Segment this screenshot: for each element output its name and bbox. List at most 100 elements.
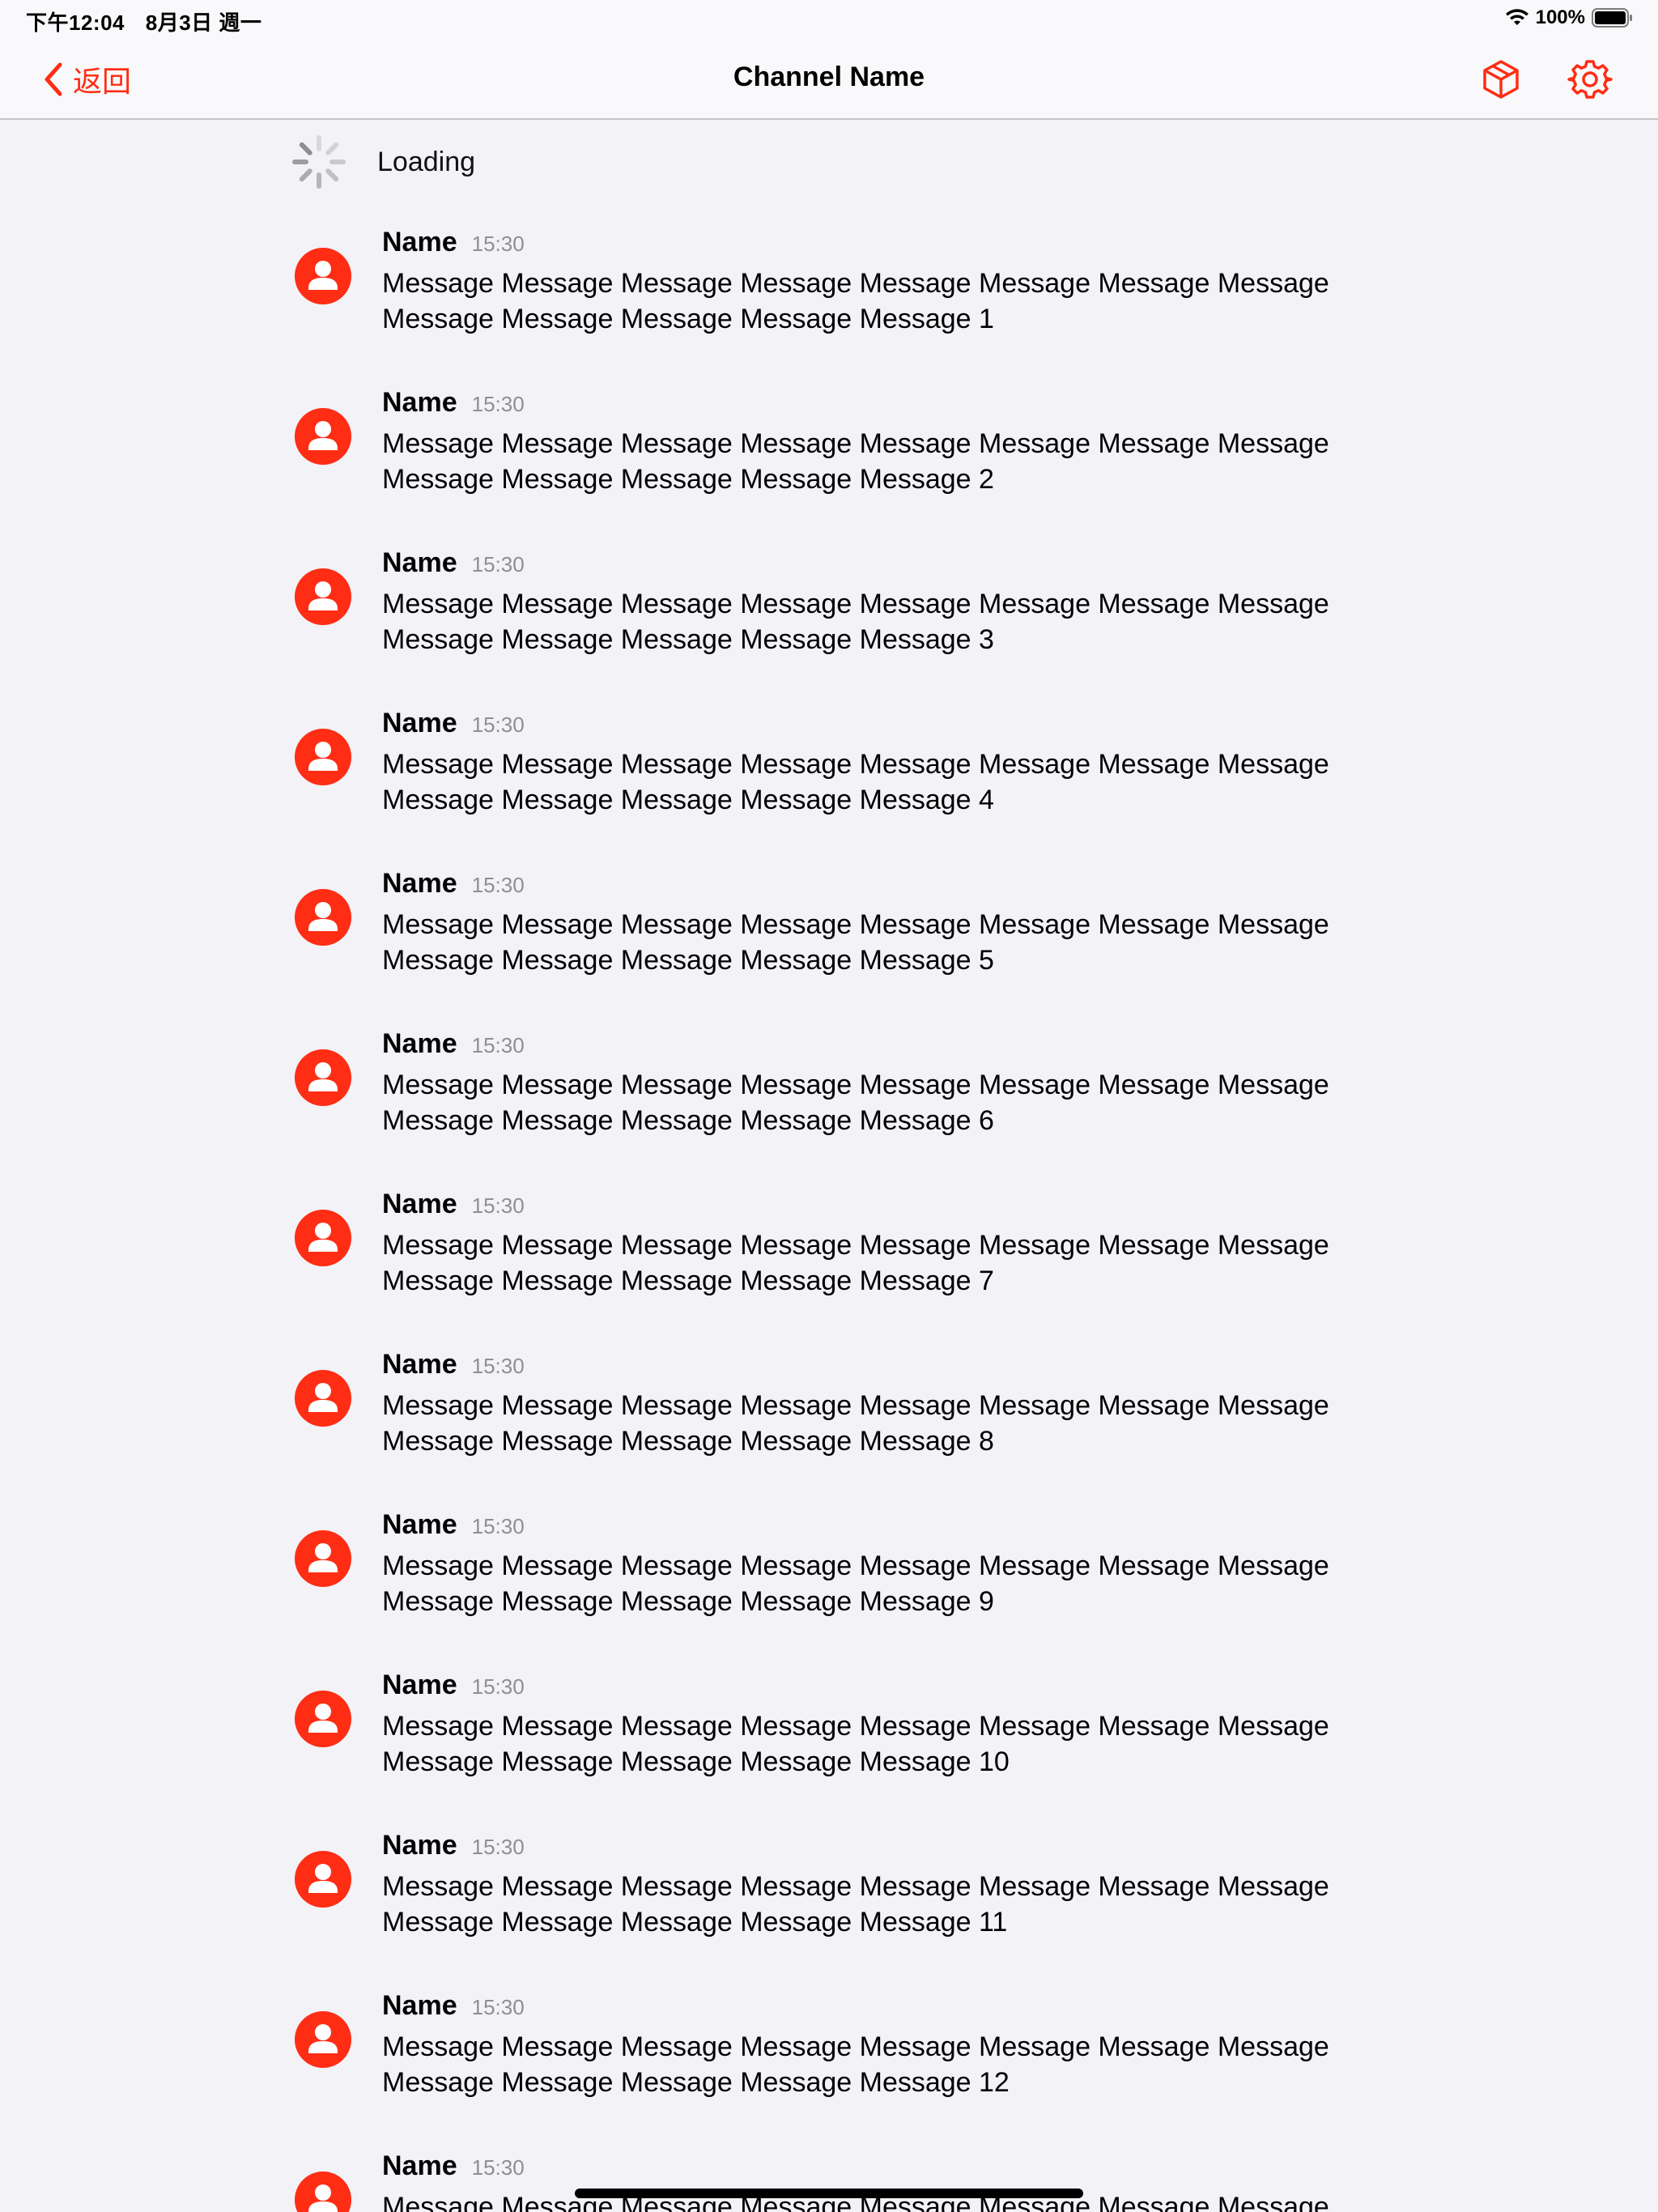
message-header: Name 15:30 [382,1670,1370,1708]
message-text: Message Message Message Message Message … [382,268,1329,334]
message-time: 15:30 [471,1354,525,1378]
message-time: 15:30 [471,552,525,576]
sender-name: Name [382,1830,457,1861]
message-row[interactable]: Name 15:30 Message Message Message Messa… [0,1028,1658,1189]
spinner-icon [292,135,346,189]
message-row[interactable]: Name 15:30 Message Message Message Messa… [0,1349,1658,1509]
message-text: Message Message Message Message Message … [382,2031,1329,2098]
message-text: Message Message Message Message Message … [382,749,1329,815]
chat-content[interactable]: Loading Name 15:30 Message Message Messa… [0,121,1658,2212]
message-body: Name 15:30 Message Message Message Messa… [382,1830,1370,1940]
message-text: Message Message Message Message Message … [382,1070,1329,1136]
message-header: Name 15:30 [382,1990,1370,2029]
message-text: Message Message Message Message Message … [382,1551,1329,1617]
message-time: 15:30 [471,1514,525,1538]
message-row[interactable]: Name 15:30 Message Message Message Messa… [0,1830,1658,1990]
message-text: Message Message Message Message Message … [382,589,1329,655]
message-body: Name 15:30 Message Message Message Messa… [382,1028,1370,1138]
message-row[interactable]: Name 15:30 Message Message Message Messa… [0,708,1658,868]
avatar-icon[interactable] [295,1530,351,1587]
sender-name: Name [382,1670,457,1700]
message-row[interactable]: Name 15:30 Message Message Message Messa… [0,1509,1658,1670]
message-time: 15:30 [471,873,525,897]
message-body: Name 15:30 Message Message Message Messa… [382,227,1370,337]
avatar-icon[interactable] [295,889,351,946]
battery-icon [1592,8,1632,28]
sender-name: Name [382,387,457,418]
message-header: Name 15:30 [382,1189,1370,1227]
message-header: Name 15:30 [382,1509,1370,1548]
sender-name: Name [382,1990,457,2021]
message-text: Message Message Message Message Message … [382,1871,1329,1938]
sender-name: Name [382,1189,457,1219]
message-text: Message Message Message Message Message … [382,909,1329,976]
status-bar: 下午12:04 8月3日 週一 100% [0,0,1658,39]
sender-name: Name [382,1028,457,1059]
avatar-icon[interactable] [295,1210,351,1266]
message-body: Name 15:30 Message Message Message Messa… [382,1349,1370,1459]
message-body: Name 15:30 Message Message Message Messa… [382,387,1370,497]
avatar-icon[interactable] [295,568,351,625]
message-row[interactable]: Name 15:30 Message Message Message Messa… [0,227,1658,387]
avatar-icon[interactable] [295,1851,351,1908]
status-date: 8月3日 週一 [145,11,262,35]
home-indicator[interactable] [575,2189,1083,2198]
avatar-icon[interactable] [295,2172,351,2212]
avatar-icon[interactable] [295,1370,351,1427]
message-body: Name 15:30 Message Message Message Messa… [382,1990,1370,2100]
message-text: Message Message Message Message Message … [382,428,1329,495]
avatar-icon[interactable] [295,729,351,785]
message-body: Name 15:30 Message Message Message Messa… [382,547,1370,657]
battery-percent: 100% [1535,6,1585,28]
message-time: 15:30 [471,2155,525,2180]
message-row[interactable]: Name 15:30 Message Message Message Messa… [0,2150,1658,2212]
page-title: Channel Name [733,62,925,92]
message-body: Name 15:30 Message Message Message Messa… [382,2150,1370,2212]
message-header: Name 15:30 [382,868,1370,907]
avatar-icon[interactable] [295,1049,351,1106]
message-row[interactable]: Name 15:30 Message Message Message Messa… [0,547,1658,708]
message-time: 15:30 [471,713,525,737]
avatar-icon[interactable] [295,2011,351,2068]
sender-name: Name [382,1509,457,1540]
loading-indicator: Loading [290,133,475,191]
message-text: Message Message Message Message Message … [382,1711,1329,1777]
message-row[interactable]: Name 15:30 Message Message Message Messa… [0,1670,1658,1830]
loading-label: Loading [377,146,476,177]
message-row[interactable]: Name 15:30 Message Message Message Messa… [0,1990,1658,2150]
message-time: 15:30 [471,1193,525,1218]
sender-name: Name [382,547,457,578]
message-row[interactable]: Name 15:30 Message Message Message Messa… [0,387,1658,547]
message-body: Name 15:30 Message Message Message Messa… [382,708,1370,818]
avatar-icon[interactable] [295,408,351,465]
message-header: Name 15:30 [382,227,1370,266]
sender-name: Name [382,708,457,738]
nav-bar: 返回 Channel Name [0,39,1658,120]
avatar-icon[interactable] [295,1691,351,1747]
message-header: Name 15:30 [382,387,1370,426]
status-right: 100% [1505,6,1634,29]
message-header: Name 15:30 [382,708,1370,747]
message-list: Name 15:30 Message Message Message Messa… [0,227,1658,2212]
message-time: 15:30 [471,1995,525,2019]
message-row[interactable]: Name 15:30 Message Message Message Messa… [0,1189,1658,1349]
sender-name: Name [382,868,457,899]
status-time: 下午12:04 [26,11,125,35]
message-time: 15:30 [471,232,525,256]
sender-name: Name [382,227,457,257]
avatar-icon[interactable] [295,248,351,304]
message-row[interactable]: Name 15:30 Message Message Message Messa… [0,868,1658,1028]
gear-icon[interactable] [1567,57,1613,102]
screen: 下午12:04 8月3日 週一 100% 返回 Channel Name Loa… [0,0,1658,2212]
message-header: Name 15:30 [382,2150,1370,2189]
message-header: Name 15:30 [382,547,1370,586]
message-time: 15:30 [471,1835,525,1859]
cube-icon[interactable] [1478,57,1524,102]
sender-name: Name [382,1349,457,1380]
message-header: Name 15:30 [382,1028,1370,1067]
message-header: Name 15:30 [382,1349,1370,1388]
message-header: Name 15:30 [382,1830,1370,1869]
sender-name: Name [382,2150,457,2181]
wifi-icon [1505,9,1528,25]
message-body: Name 15:30 Message Message Message Messa… [382,1670,1370,1780]
